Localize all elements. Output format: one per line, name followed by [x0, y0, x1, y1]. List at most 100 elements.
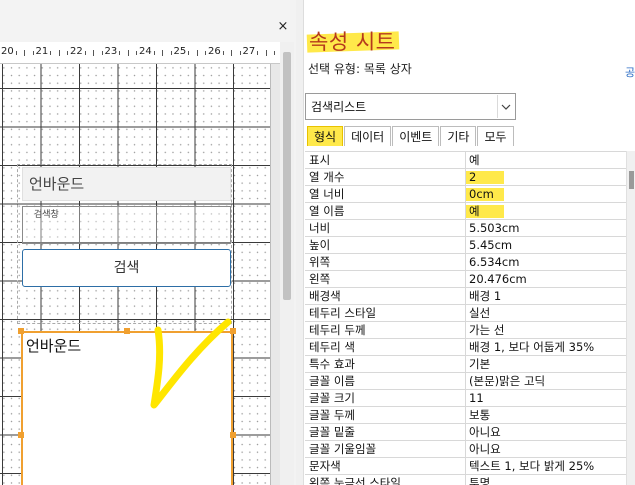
object-selector-value: 검색리스트 — [311, 100, 367, 114]
property-row[interactable]: 테두리 색 배경 1, 보다 어둡게 35% — [305, 339, 626, 356]
property-row[interactable]: 글꼴 기울임꼴 아니요 — [305, 441, 626, 458]
design-vertical-scrollbar[interactable] — [280, 42, 294, 485]
property-key: 테두리 스타일 — [305, 305, 466, 321]
property-row[interactable]: 왼쪽 20.476cm — [305, 271, 626, 288]
ruler-tick — [32, 51, 34, 55]
property-row[interactable]: 글꼴 두께 보통 — [305, 407, 626, 424]
property-row[interactable]: 테두리 스타일 실선 — [305, 305, 626, 322]
unbound-label[interactable]: 언바운드 — [22, 167, 231, 201]
property-value[interactable]: 가는 선 — [466, 322, 626, 338]
property-key: 표시 — [305, 152, 466, 168]
property-value[interactable]: 아니요 — [466, 441, 626, 457]
ruler-tick — [274, 51, 276, 55]
ruler-tick — [127, 50, 129, 56]
property-value[interactable]: 실선 — [466, 305, 626, 321]
form-design-pane: × 20 21 22 23 24 25 26 27 언바운드 검색창 검색 언바운드 — [0, 0, 296, 485]
ruler-tick — [136, 51, 138, 55]
ruler-tick — [153, 51, 155, 55]
sheet-corner-link[interactable]: 공 — [625, 64, 635, 80]
tab-label: 데이터 — [351, 130, 385, 144]
ruler-tick — [205, 51, 207, 55]
ruler-number: 22 — [70, 46, 83, 57]
search-textbox[interactable]: 검색창 — [22, 206, 231, 244]
property-value[interactable]: 보통 — [466, 407, 626, 423]
sheet-splitter[interactable] — [296, 0, 304, 485]
property-value[interactable]: 5.503cm — [466, 220, 626, 236]
property-value[interactable]: 11 — [466, 390, 626, 406]
search-listbox[interactable]: 언바운드 — [21, 331, 233, 485]
tab-label: 모두 — [484, 130, 507, 144]
property-row[interactable]: 특수 효과 기본 — [305, 356, 626, 373]
ruler-number: 27 — [242, 46, 256, 57]
property-row[interactable]: 문자색 텍스트 1, 보다 밝게 25% — [305, 458, 626, 475]
property-row[interactable]: 글꼴 밑줄 아니요 — [305, 424, 626, 441]
property-value[interactable]: 투명 — [466, 475, 626, 485]
property-value[interactable]: 예 — [466, 152, 626, 168]
tab-other[interactable]: 기타 — [440, 126, 477, 146]
property-value[interactable]: 예 — [466, 203, 626, 219]
horizontal-ruler: 20 21 22 23 24 25 26 27 — [0, 42, 280, 64]
ruler-tick — [119, 51, 121, 55]
search-field-label: 검색창 — [34, 210, 59, 220]
ruler-number: 24 — [139, 46, 152, 57]
property-value[interactable]: 배경 1, 보다 어둡게 35% — [466, 339, 626, 355]
scrollbar-thumb[interactable] — [629, 171, 634, 189]
object-selector[interactable]: 검색리스트 — [305, 93, 516, 120]
tab-format[interactable]: 형식 — [307, 126, 344, 146]
tab-all[interactable]: 모두 — [477, 126, 514, 146]
property-key: 글꼴 밑줄 — [305, 424, 466, 440]
property-value[interactable]: 5.45cm — [466, 237, 626, 253]
resize-handle[interactable] — [230, 432, 236, 438]
property-sheet-title: 속성 시트 — [309, 30, 396, 54]
ruler-tick — [222, 51, 224, 55]
property-row[interactable]: 왼쪽 눈금선 스타일 투명 — [305, 475, 626, 485]
property-value[interactable]: 0cm — [466, 186, 626, 202]
canvas-edge[interactable] — [270, 64, 280, 485]
sheet-vertical-scrollbar[interactable] — [626, 151, 635, 485]
property-value[interactable]: 20.476cm — [466, 271, 626, 287]
property-row[interactable]: 열 이름 예 — [305, 203, 626, 220]
search-button[interactable]: 검색 — [22, 249, 231, 287]
property-key: 왼쪽 눈금선 스타일 — [305, 475, 466, 485]
close-icon[interactable]: × — [276, 20, 290, 34]
property-value[interactable]: 배경 1 — [466, 288, 626, 304]
property-value[interactable]: 아니요 — [466, 424, 626, 440]
property-row[interactable]: 테두리 두께 가는 선 — [305, 322, 626, 339]
resize-handle[interactable] — [18, 432, 24, 438]
property-row[interactable]: 높이 5.45cm — [305, 237, 626, 254]
property-grid: 표시 예 열 개수 2 열 너비 0cm 열 이름 예 너비 5.503cm 높이 5.45cm 위쪽 6… — [305, 151, 626, 485]
ruler-tick — [231, 50, 233, 56]
ruler-number: 21 — [35, 46, 49, 57]
property-row[interactable]: 너비 5.503cm — [305, 220, 626, 237]
resize-handle[interactable] — [18, 328, 24, 334]
tab-event[interactable]: 이벤트 — [392, 126, 440, 146]
property-value[interactable]: 2 — [466, 169, 626, 185]
ruler-tick — [239, 51, 241, 55]
property-row[interactable]: 위쪽 6.534cm — [305, 254, 626, 271]
chevron-down-icon[interactable] — [497, 95, 514, 118]
property-row[interactable]: 열 너비 0cm — [305, 186, 626, 203]
property-key: 열 이름 — [305, 203, 466, 219]
scrollbar-thumb[interactable] — [283, 52, 291, 300]
ruler-tick — [67, 51, 69, 55]
property-value[interactable]: (본문)맑은 고딕 — [466, 373, 626, 389]
property-value[interactable]: 텍스트 1, 보다 밝게 25% — [466, 458, 626, 474]
resize-handle[interactable] — [230, 328, 236, 334]
tab-data[interactable]: 데이터 — [344, 126, 392, 146]
property-key: 높이 — [305, 237, 466, 253]
property-tabs: 형식 데이터 이벤트 기타 모두 — [307, 126, 515, 146]
tab-label: 형식 — [314, 130, 337, 144]
property-row[interactable]: 표시 예 — [305, 152, 626, 169]
ruler-tick — [196, 50, 198, 56]
property-key: 문자색 — [305, 458, 466, 474]
property-row[interactable]: 글꼴 크기 11 — [305, 390, 626, 407]
property-key: 왼쪽 — [305, 271, 466, 287]
ruler-number: 23 — [104, 46, 118, 57]
resize-handle[interactable] — [124, 328, 130, 334]
ruler-number: 20 — [1, 46, 14, 57]
property-value[interactable]: 기본 — [466, 356, 626, 372]
property-row[interactable]: 배경색 배경 1 — [305, 288, 626, 305]
property-value[interactable]: 6.534cm — [466, 254, 626, 270]
property-row[interactable]: 글꼴 이름 (본문)맑은 고딕 — [305, 373, 626, 390]
property-row[interactable]: 열 개수 2 — [305, 169, 626, 186]
